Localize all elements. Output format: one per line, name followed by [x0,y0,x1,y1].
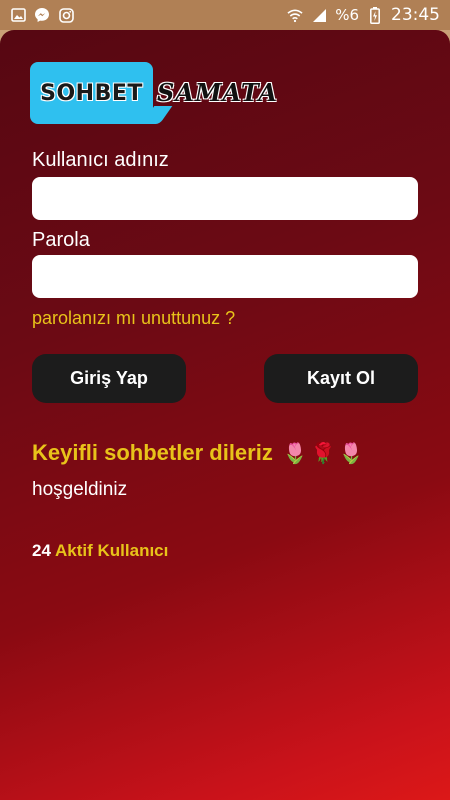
greeting-text: hoşgeldiniz [32,479,128,500]
image-icon [10,7,26,23]
active-users-label: Aktif Kullanıcı [55,541,169,560]
clock: 23:45 [391,5,440,25]
battery-icon [367,6,383,24]
status-left-icons [10,7,74,23]
login-button[interactable]: Giriş Yap [32,354,186,403]
active-users-count: 24 [32,541,51,560]
password-field[interactable] [32,255,418,298]
register-button[interactable]: Kayıt Ol [264,354,418,403]
status-bar: %6 23:45 [0,0,450,30]
password-label: Parola [32,229,90,251]
login-card: SOHBET SAMATA Kullanıcı adınız Parola pa… [0,30,450,800]
forgot-password-link[interactable]: parolanızı mı unuttunuz ? [32,308,235,329]
rose-icon: 🌹 [310,441,336,465]
status-right-icons: %6 23:45 [287,5,440,25]
logo-word-samata: SAMATA [157,78,278,107]
flower-icons: 🌷 🌹 🌷 [283,441,364,465]
signal-icon [311,7,327,23]
tulip-icon: 🌷 [282,441,308,465]
username-field[interactable] [32,177,418,220]
messenger-icon [34,7,50,23]
app-logo: SOHBET SAMATA [30,62,280,128]
tulip-icon: 🌷 [338,441,364,465]
logo-speech-bubble: SOHBET [30,62,153,124]
battery-percent: %6 [335,6,359,24]
wifi-icon [287,7,303,23]
logo-word-sohbet: SOHBET [40,80,143,106]
active-users: 24 Aktif Kullanıcı [32,541,168,561]
welcome-headline: Keyifli sohbetler dileriz [32,440,273,465]
username-label: Kullanıcı adınız [32,149,169,171]
instagram-icon [58,7,74,23]
welcome-message: Keyifli sohbetler dileriz 🌷 🌹 🌷 [32,440,364,466]
